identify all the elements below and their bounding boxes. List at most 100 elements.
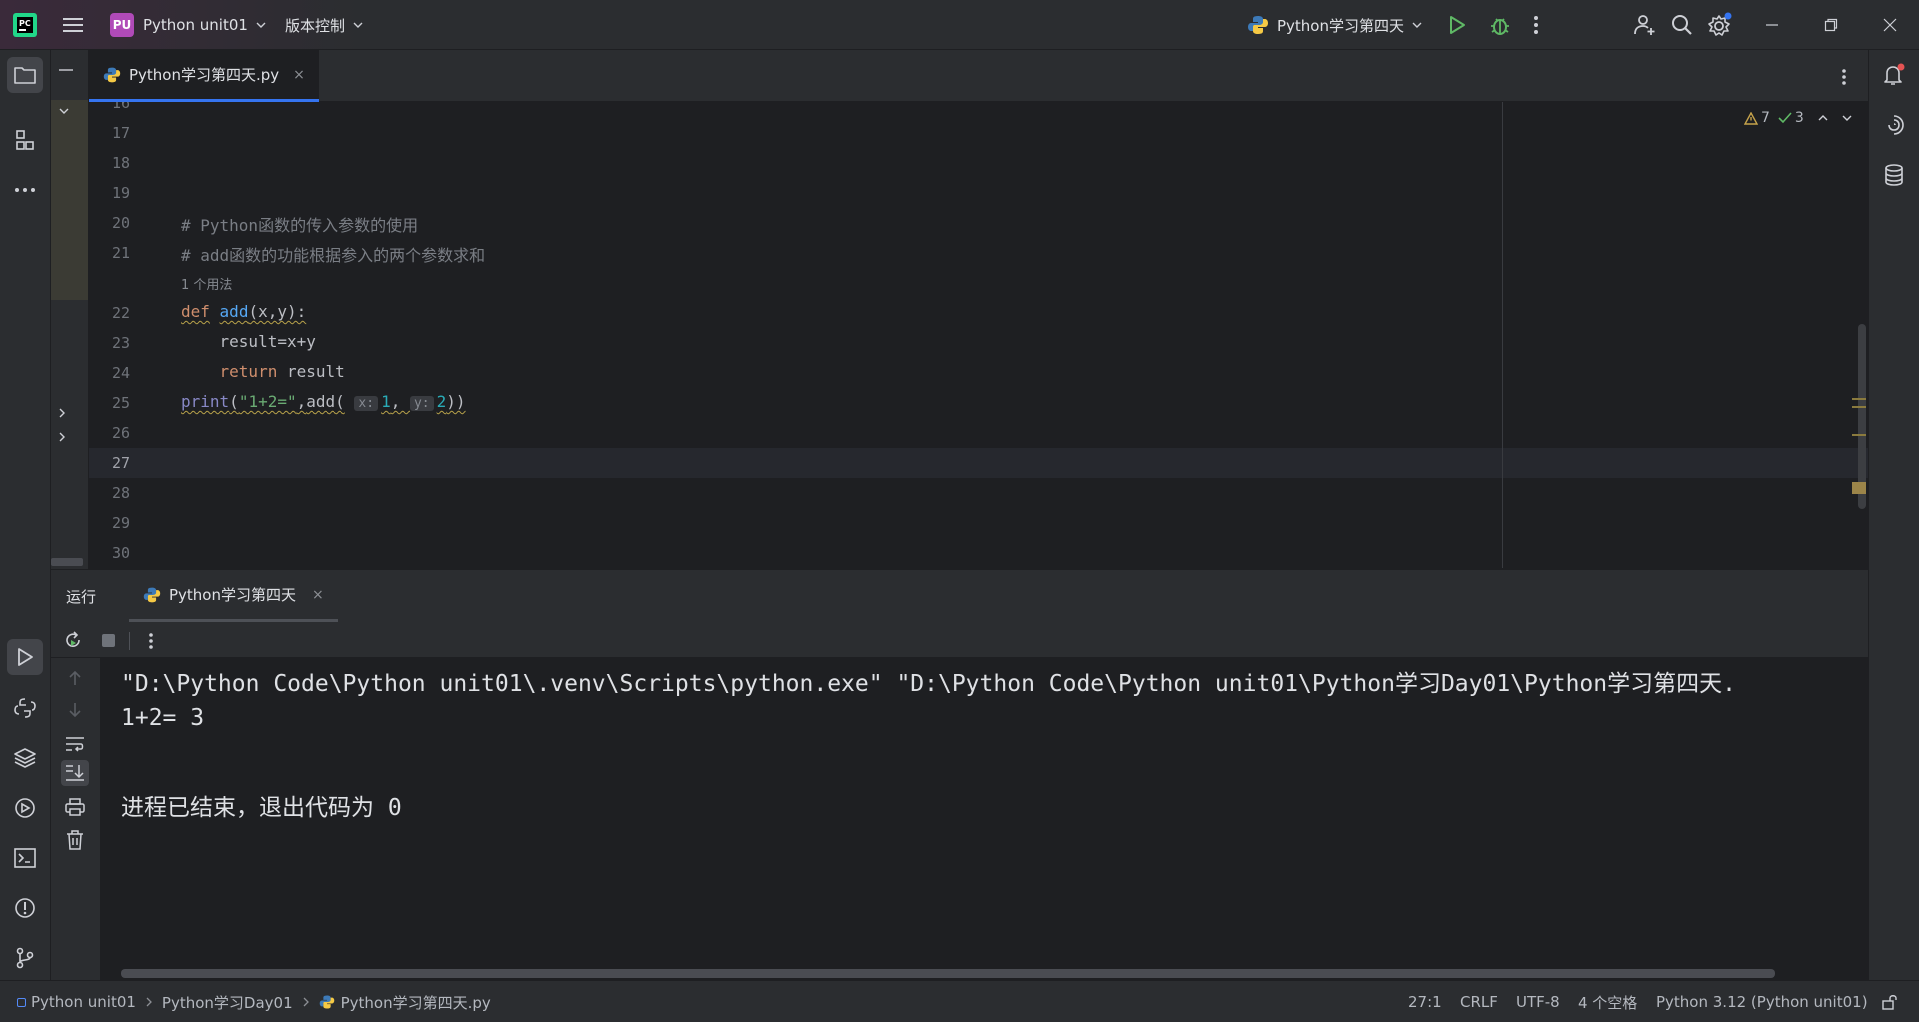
project-tool-button[interactable] — [7, 57, 43, 93]
problems-tool-button[interactable] — [7, 890, 43, 926]
more-actions-button[interactable] — [1533, 0, 1539, 50]
run-side-toolbar — [51, 658, 101, 981]
console-horizontal-scrollbar[interactable] — [121, 969, 1775, 978]
editor-tab-active[interactable]: Python学习第四天.py × — [89, 50, 319, 102]
ai-assistant-button[interactable] — [1876, 107, 1912, 143]
line-separator[interactable]: CRLF — [1460, 981, 1498, 1022]
restore-button[interactable] — [1802, 0, 1860, 50]
breadcrumb-file[interactable]: Python学习第四天.py — [341, 992, 491, 1013]
check-icon — [1778, 112, 1792, 124]
run-console[interactable]: "D:\Python Code\Python unit01\.venv\Scri… — [101, 658, 1868, 981]
close-run-tab-button[interactable]: × — [312, 587, 324, 603]
run-tool-button[interactable] — [7, 639, 43, 675]
run-tab[interactable]: Python学习第四天 × — [129, 570, 338, 622]
line-number: 16 — [111, 102, 130, 112]
minimize-panel-icon[interactable] — [59, 68, 73, 72]
database-button[interactable] — [1876, 157, 1912, 193]
line-number: 23 — [111, 334, 130, 352]
breadcrumb: Python unit01 Python学习Day01 Python学习第四天.… — [17, 981, 491, 1022]
run-configuration-selector[interactable]: Python学习第四天 — [1247, 0, 1422, 50]
services-tool-button[interactable] — [7, 790, 43, 826]
layers-icon — [14, 748, 36, 768]
more-vertical-icon[interactable] — [148, 632, 154, 650]
more-horizontal-icon — [15, 188, 35, 192]
services-icon — [15, 798, 35, 818]
search-everywhere-button[interactable] — [1670, 0, 1694, 50]
indent-setting[interactable]: 4 个空格 — [1578, 981, 1637, 1022]
warning-marker[interactable] — [1852, 398, 1866, 400]
python-interpreter[interactable]: Python 3.12 (Python unit01) — [1656, 981, 1868, 1022]
main-menu-button[interactable] — [62, 0, 84, 50]
warning-marker[interactable] — [1852, 406, 1866, 408]
settings-button[interactable] — [1707, 0, 1733, 50]
pycharm-logo-icon: PC — [13, 13, 37, 37]
stop-button[interactable] — [102, 634, 115, 647]
chevron-up-icon[interactable] — [1818, 115, 1828, 121]
hamburger-menu-icon — [63, 18, 83, 32]
vcs-menu[interactable]: 版本控制 — [285, 0, 363, 50]
warning-icon — [1744, 111, 1758, 125]
param-hint-y: y: — [409, 396, 434, 411]
print-icon[interactable] — [65, 798, 85, 816]
chevron-right-icon[interactable] — [59, 408, 65, 418]
warning-marker[interactable] — [1852, 434, 1866, 436]
arg-separator: , — [390, 392, 410, 411]
line-number: 30 — [111, 544, 130, 562]
notifications-button[interactable] — [1876, 57, 1912, 93]
caret-position[interactable]: 27:1 — [1408, 981, 1442, 1022]
function-params: (x,y): — [248, 302, 307, 321]
file-encoding[interactable]: UTF-8 — [1516, 981, 1560, 1022]
inspection-widget[interactable]: 7 3 — [1744, 110, 1852, 126]
layers-tool-button[interactable] — [7, 740, 43, 776]
more-vertical-icon[interactable] — [1841, 68, 1847, 86]
close-icon — [1883, 18, 1897, 32]
chevron-down-icon[interactable] — [1842, 115, 1852, 121]
console-output-line: 1+2= 3 — [121, 705, 205, 731]
project-switcher[interactable]: PU Python unit01 — [110, 0, 266, 50]
folder-icon — [14, 67, 36, 84]
chevron-right-icon[interactable] — [59, 432, 65, 442]
python-file-icon — [319, 995, 334, 1009]
code-line-print: print("1+2=",add( x: 1, y: 2)) — [181, 392, 466, 411]
editor-tab-label: Python学习第四天.py — [129, 66, 280, 84]
debug-button[interactable] — [1489, 0, 1511, 50]
arrow-up-icon[interactable] — [68, 670, 82, 686]
horizontal-scrollbar[interactable] — [51, 558, 83, 566]
ai-assistant-icon — [1888, 115, 1904, 135]
string-literal: "1+2=" — [238, 392, 297, 411]
editor-tab-bar: Python学习第四天.py × — [89, 50, 1868, 102]
readonly-toggle[interactable] — [1882, 981, 1898, 1022]
run-tab-bar: 运行 Python学习第四天 × — [51, 570, 1868, 622]
run-panel-title: 运行 — [66, 588, 97, 606]
add-user-icon — [1634, 15, 1655, 35]
breadcrumb-folder[interactable]: Python学习Day01 — [162, 992, 293, 1013]
left-tool-strip — [0, 50, 51, 980]
minimize-button[interactable] — [1743, 0, 1801, 50]
more-tools-button[interactable] — [7, 172, 43, 208]
breadcrumb-project[interactable]: Python unit01 — [31, 993, 136, 1011]
terminal-tool-button[interactable] — [7, 840, 43, 876]
soft-wrap-icon[interactable] — [65, 736, 85, 752]
comma: , — [296, 392, 307, 411]
project-name: Python unit01 — [143, 16, 248, 34]
run-button[interactable] — [1447, 0, 1467, 50]
git-tool-button[interactable] — [7, 940, 43, 976]
code-editor[interactable]: 16 17 18 19 20 21 22 23 24 25 26 27 28 2… — [89, 102, 1868, 568]
close-window-button[interactable] — [1861, 0, 1919, 50]
caret-marker — [1852, 482, 1866, 494]
usage-hint[interactable]: 1 个用法 — [181, 274, 232, 293]
chevron-down-icon[interactable] — [59, 108, 69, 114]
code-with-me-button[interactable] — [1633, 0, 1657, 50]
ok-count: 3 — [1794, 110, 1804, 126]
trash-icon[interactable] — [66, 830, 84, 850]
line-number: 21 — [111, 244, 130, 262]
line-number: 25 — [111, 394, 130, 412]
rerun-icon[interactable] — [64, 631, 82, 649]
python-packages-tool-button[interactable] — [7, 690, 43, 726]
builtin-print: print — [181, 392, 230, 411]
scroll-to-end-icon[interactable] — [65, 764, 85, 782]
structure-tool-button[interactable] — [7, 122, 43, 158]
arrow-down-icon[interactable] — [68, 702, 82, 718]
app-logo[interactable]: PC — [12, 0, 38, 50]
close-tab-button[interactable]: × — [293, 67, 305, 83]
